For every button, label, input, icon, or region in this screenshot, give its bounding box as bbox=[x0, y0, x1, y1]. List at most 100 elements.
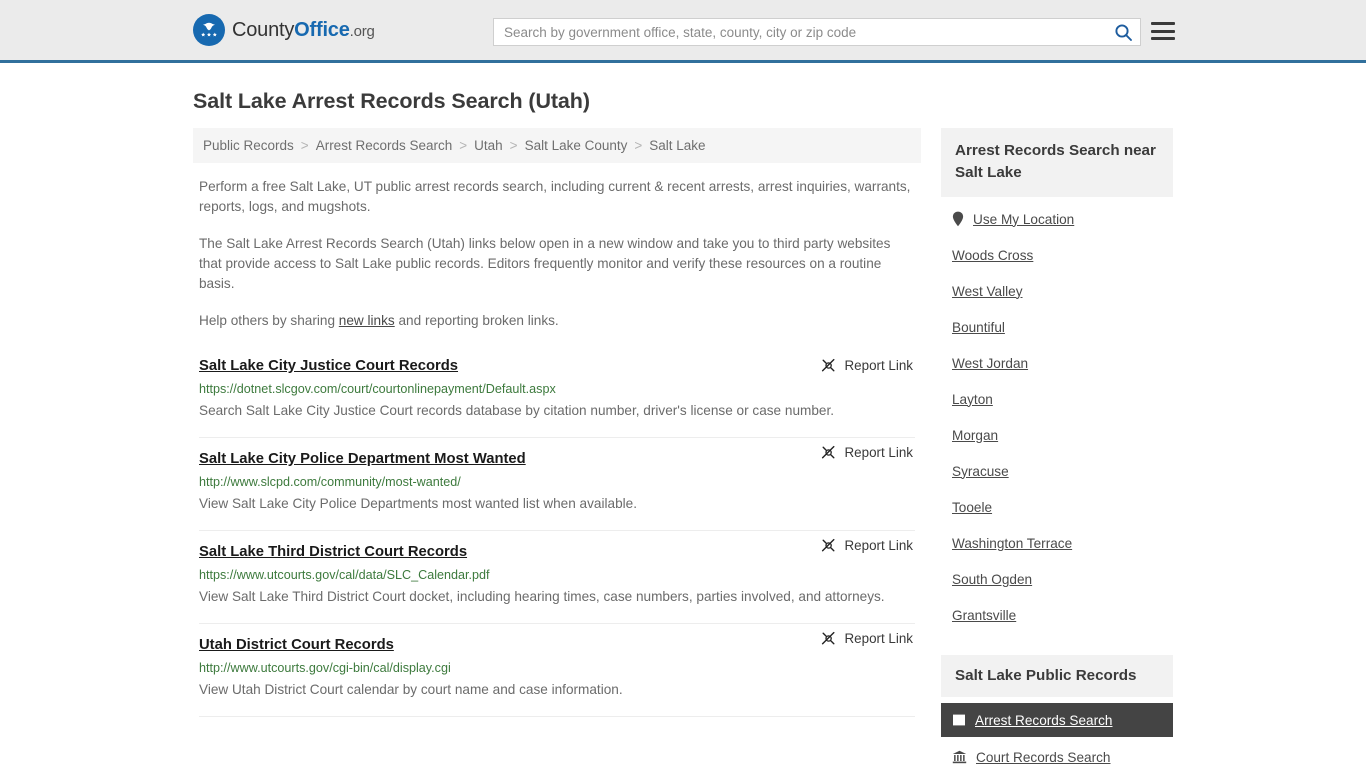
breadcrumb-item-public-records[interactable]: Public Records bbox=[203, 138, 294, 153]
hamburger-menu-button[interactable] bbox=[1151, 20, 1175, 42]
sidebar-city-west-jordan[interactable]: West Jordan bbox=[941, 345, 1173, 381]
sidebar-city-label[interactable]: Syracuse bbox=[952, 464, 1009, 479]
breadcrumb-item-salt-lake[interactable]: Salt Lake bbox=[649, 138, 705, 153]
report-link-label: Report Link bbox=[844, 358, 913, 373]
sidebar-nearby-header: Arrest Records Search near Salt Lake bbox=[941, 128, 1173, 197]
hamburger-menu-icon-bar3 bbox=[1151, 37, 1175, 40]
result-item: Salt Lake City Justice Court Records Rep… bbox=[199, 351, 915, 437]
breadcrumb: Public Records > Arrest Records Search >… bbox=[193, 128, 921, 163]
broken-link-icon bbox=[820, 630, 837, 647]
intro-p3-before: Help others by sharing bbox=[199, 313, 339, 328]
sidebar-city-woods-cross[interactable]: Woods Cross bbox=[941, 237, 1173, 273]
sidebar-city-south-ogden[interactable]: South Ogden bbox=[941, 561, 1173, 597]
sidebar-city-bountiful[interactable]: Bountiful bbox=[941, 309, 1173, 345]
report-link-label: Report Link bbox=[844, 445, 913, 460]
intro-text: Perform a free Salt Lake, UT public arre… bbox=[193, 177, 921, 331]
use-my-location-item[interactable]: Use My Location bbox=[941, 201, 1173, 237]
search-input[interactable] bbox=[494, 19, 1106, 45]
site-logo-text: CountyOffice.org bbox=[232, 19, 375, 42]
breadcrumb-separator: > bbox=[459, 138, 468, 153]
broken-link-icon bbox=[820, 444, 837, 461]
report-link-button[interactable]: Report Link bbox=[820, 630, 913, 647]
sidebar-city-label[interactable]: West Jordan bbox=[952, 356, 1028, 371]
search-button[interactable] bbox=[1106, 19, 1140, 45]
id-card-icon bbox=[952, 713, 966, 727]
use-my-location-label[interactable]: Use My Location bbox=[973, 212, 1074, 227]
result-title-link[interactable]: Salt Lake City Justice Court Records bbox=[199, 358, 458, 374]
sidebar-city-label[interactable]: Tooele bbox=[952, 500, 992, 515]
report-link-button[interactable]: Report Link bbox=[820, 444, 913, 461]
result-item: Salt Lake Third District Court Records R… bbox=[199, 530, 915, 623]
sidebar-city-label[interactable]: Layton bbox=[952, 392, 993, 407]
intro-p3-after: and reporting broken links. bbox=[394, 313, 559, 328]
breadcrumb-separator: > bbox=[634, 138, 643, 153]
sidebar-item-arrest-records-search[interactable]: Arrest Records Search bbox=[941, 703, 1173, 737]
logo-text-org: .org bbox=[349, 22, 375, 40]
new-links-link[interactable]: new links bbox=[339, 313, 395, 328]
intro-paragraph-3: Help others by sharing new links and rep… bbox=[199, 311, 915, 331]
sidebar-city-syracuse[interactable]: Syracuse bbox=[941, 453, 1173, 489]
sidebar-city-label[interactable]: Woods Cross bbox=[952, 248, 1033, 263]
sidebar-city-label[interactable]: Washington Terrace bbox=[952, 536, 1072, 551]
result-url: https://www.utcourts.gov/cal/data/SLC_Ca… bbox=[199, 568, 490, 582]
result-title-link[interactable]: Salt Lake Third District Court Records bbox=[199, 544, 467, 560]
breadcrumb-item-utah[interactable]: Utah bbox=[474, 138, 503, 153]
hamburger-menu-icon-bar2 bbox=[1151, 29, 1175, 33]
sidebar-city-west-valley[interactable]: West Valley bbox=[941, 273, 1173, 309]
sidebar-city-label[interactable]: Bountiful bbox=[952, 320, 1005, 335]
sidebar-city-grantsville[interactable]: Grantsville bbox=[941, 597, 1173, 633]
main-column: Public Records > Arrest Records Search >… bbox=[193, 128, 921, 768]
result-url: http://www.utcourts.gov/cgi-bin/cal/disp… bbox=[199, 661, 451, 675]
sidebar: Arrest Records Search near Salt Lake Use… bbox=[941, 128, 1173, 768]
page-body: Salt Lake Arrest Records Search (Utah) P… bbox=[0, 89, 1366, 768]
sidebar-item-court-records-search[interactable]: Court Records Search bbox=[941, 739, 1173, 768]
sidebar-nearby-list: Use My Location Woods Cross West Valley … bbox=[941, 201, 1173, 633]
report-link-label: Report Link bbox=[844, 538, 913, 553]
search-bar[interactable] bbox=[493, 18, 1141, 46]
breadcrumb-separator: > bbox=[300, 138, 309, 153]
result-description: Search Salt Lake City Justice Court reco… bbox=[199, 403, 835, 418]
result-description: View Salt Lake Third District Court dock… bbox=[199, 589, 885, 604]
intro-paragraph-1: Perform a free Salt Lake, UT public arre… bbox=[199, 179, 911, 214]
sidebar-city-label[interactable]: South Ogden bbox=[952, 572, 1032, 587]
site-logo[interactable]: CountyOffice.org bbox=[193, 14, 375, 46]
breadcrumb-separator: > bbox=[509, 138, 518, 153]
broken-link-icon bbox=[820, 357, 837, 374]
hamburger-menu-icon bbox=[1151, 22, 1175, 25]
result-title-link[interactable]: Salt Lake City Police Department Most Wa… bbox=[199, 451, 526, 467]
logo-text-county: County bbox=[232, 18, 295, 41]
breadcrumb-item-arrest-records-search[interactable]: Arrest Records Search bbox=[316, 138, 453, 153]
two-column-layout: Public Records > Arrest Records Search >… bbox=[193, 128, 1173, 768]
report-link-button[interactable]: Report Link bbox=[820, 537, 913, 554]
sidebar-city-tooele[interactable]: Tooele bbox=[941, 489, 1173, 525]
sidebar-city-label[interactable]: West Valley bbox=[952, 284, 1023, 299]
sidebar-item-label[interactable]: Arrest Records Search bbox=[975, 713, 1113, 728]
courthouse-icon bbox=[952, 750, 967, 764]
eagle-stars-logo-icon bbox=[193, 14, 225, 46]
sidebar-city-washington-terrace[interactable]: Washington Terrace bbox=[941, 525, 1173, 561]
site-header: CountyOffice.org bbox=[0, 0, 1366, 63]
logo-text-office: Office bbox=[294, 18, 350, 41]
report-link-label: Report Link bbox=[844, 631, 913, 646]
result-title-link[interactable]: Utah District Court Records bbox=[199, 637, 394, 653]
map-pin-icon bbox=[952, 211, 964, 227]
report-link-button[interactable]: Report Link bbox=[820, 357, 913, 374]
sidebar-city-label[interactable]: Grantsville bbox=[952, 608, 1016, 623]
sidebar-city-morgan[interactable]: Morgan bbox=[941, 417, 1173, 453]
sidebar-city-layton[interactable]: Layton bbox=[941, 381, 1173, 417]
search-icon bbox=[1114, 23, 1133, 42]
results-list: Salt Lake City Justice Court Records Rep… bbox=[193, 351, 921, 716]
result-url: http://www.slcpd.com/community/most-want… bbox=[199, 475, 461, 489]
result-item: Salt Lake City Police Department Most Wa… bbox=[199, 437, 915, 530]
broken-link-icon bbox=[820, 537, 837, 554]
result-item: Utah District Court Records Report Link bbox=[199, 623, 915, 716]
sidebar-item-label[interactable]: Court Records Search bbox=[976, 750, 1110, 765]
page-title: Salt Lake Arrest Records Search (Utah) bbox=[193, 89, 590, 113]
result-url: https://dotnet.slcgov.com/court/courtonl… bbox=[199, 382, 556, 396]
result-description: View Salt Lake City Police Departments m… bbox=[199, 496, 637, 511]
sidebar-city-label[interactable]: Morgan bbox=[952, 428, 998, 443]
breadcrumb-item-salt-lake-county[interactable]: Salt Lake County bbox=[525, 138, 628, 153]
content-bottom-divider bbox=[199, 716, 915, 717]
result-description: View Utah District Court calendar by cou… bbox=[199, 682, 623, 697]
sidebar-public-records-header: Salt Lake Public Records bbox=[941, 655, 1173, 697]
